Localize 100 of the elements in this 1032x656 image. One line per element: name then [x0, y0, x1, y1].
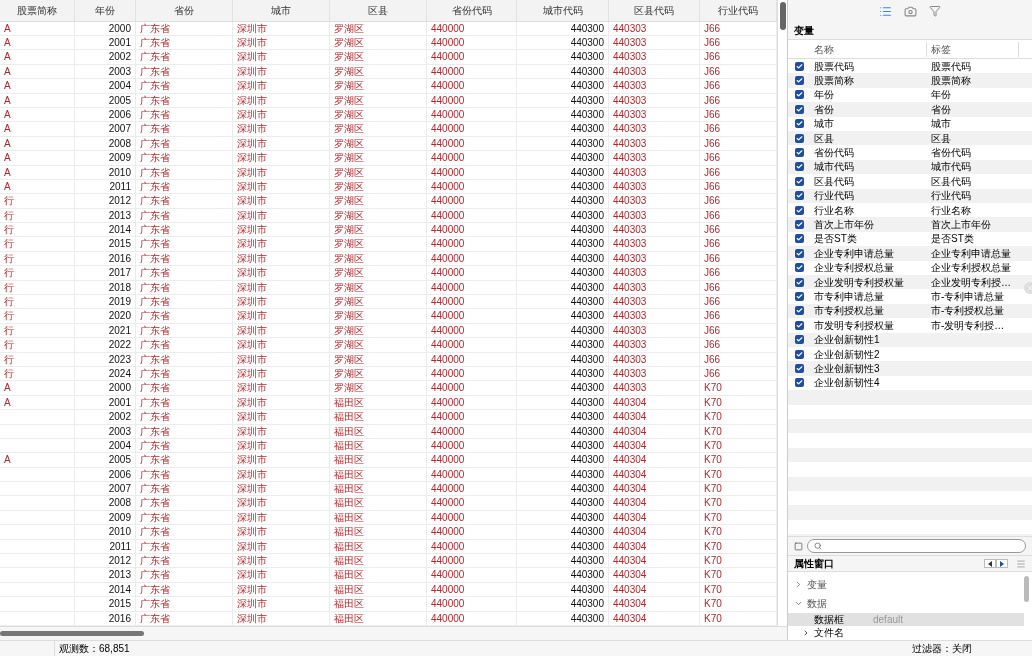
- checkbox[interactable]: [794, 133, 804, 143]
- variable-name[interactable]: 企业创新韧性4: [814, 377, 880, 389]
- checkbox[interactable]: [794, 378, 804, 388]
- tree-item[interactable]: 变量: [807, 577, 827, 592]
- table-cell: 广东省: [140, 598, 170, 610]
- variable-name[interactable]: 城市代码: [814, 161, 854, 173]
- table-cell: 福田区: [334, 569, 364, 581]
- column-header[interactable]: 区县代码: [609, 0, 700, 21]
- variable-name[interactable]: 行业名称: [814, 204, 854, 216]
- panel-toggle-icon[interactable]: [794, 541, 803, 551]
- variable-name[interactable]: 行业代码: [814, 190, 854, 202]
- column-header[interactable]: 省份代码: [427, 0, 517, 21]
- checkbox[interactable]: [794, 90, 804, 100]
- column-header[interactable]: 城市: [233, 0, 330, 21]
- column-header[interactable]: 城市代码: [517, 0, 609, 21]
- variable-name[interactable]: 省份: [814, 103, 834, 115]
- variable-label: 是否ST类: [931, 233, 974, 245]
- table-cell: J66: [704, 80, 721, 92]
- variable-name[interactable]: 区县代码: [814, 175, 854, 187]
- checkbox[interactable]: [794, 220, 804, 229]
- checkbox[interactable]: [794, 335, 804, 345]
- variable-name[interactable]: 市发明专利授权量: [814, 319, 894, 331]
- vertical-scrollbar[interactable]: [1024, 576, 1029, 602]
- table-cell: 2005: [108, 94, 131, 106]
- list-icon[interactable]: [879, 4, 892, 18]
- variable-name[interactable]: 企业发明专利授权量: [814, 276, 904, 288]
- checkbox[interactable]: [794, 119, 804, 129]
- checkbox[interactable]: [794, 263, 804, 273]
- checkbox[interactable]: [794, 104, 804, 114]
- checkbox[interactable]: [794, 148, 804, 158]
- chevron-down-icon[interactable]: [794, 599, 803, 608]
- search-field[interactable]: [807, 539, 1026, 553]
- variable-name[interactable]: 省份代码: [814, 147, 854, 159]
- column-header[interactable]: 名称: [810, 41, 927, 57]
- checkbox[interactable]: [794, 349, 804, 359]
- previous-button[interactable]: [984, 559, 996, 568]
- checkbox[interactable]: [794, 291, 804, 301]
- table-cell: 广东省: [140, 339, 170, 351]
- filter-icon[interactable]: [929, 5, 941, 17]
- variable-label: 年份: [931, 89, 951, 101]
- variable-name[interactable]: 城市: [814, 118, 834, 130]
- checkbox[interactable]: [794, 191, 804, 201]
- variable-name[interactable]: 企业专利申请总量: [814, 247, 894, 259]
- column-header[interactable]: 年份: [75, 0, 136, 21]
- table-cell: K70: [704, 483, 722, 495]
- checkbox[interactable]: [794, 306, 804, 316]
- table-cell: 深圳市: [237, 526, 267, 538]
- table-cell: 2003: [108, 65, 131, 77]
- column-header[interactable]: 区县: [330, 0, 427, 21]
- table-cell: 440000: [431, 612, 465, 624]
- variable-name[interactable]: 市专利授权总量: [814, 305, 884, 317]
- variable-name[interactable]: 区县: [814, 132, 834, 144]
- variable-name[interactable]: 股票简称: [814, 75, 854, 87]
- vertical-scrollbar[interactable]: [779, 2, 786, 30]
- checkbox[interactable]: [794, 162, 804, 172]
- checkbox[interactable]: [794, 176, 804, 186]
- table-cell: J66: [704, 108, 721, 120]
- table-cell: 440303: [613, 224, 647, 236]
- next-button[interactable]: [996, 559, 1008, 568]
- variable-name[interactable]: 市专利申请总量: [814, 290, 884, 302]
- variable-name[interactable]: 企业专利授权总量: [814, 262, 894, 274]
- table-cell: 440300: [570, 296, 604, 307]
- table-cell: 深圳市: [237, 569, 267, 581]
- checkbox[interactable]: [794, 205, 804, 215]
- table-cell: A: [4, 108, 11, 120]
- variable-label: 市-专利授权总量: [931, 305, 1005, 317]
- table-cell: 440000: [431, 411, 465, 423]
- camera-icon[interactable]: [904, 4, 917, 18]
- variable-name[interactable]: 年份: [814, 89, 834, 101]
- column-header[interactable]: 股票简称: [0, 0, 75, 21]
- variable-name[interactable]: 企业创新韧性1: [814, 334, 880, 346]
- table-cell: 罗湖区: [334, 382, 364, 394]
- table-cell: 行: [4, 339, 14, 351]
- checkbox[interactable]: [794, 248, 804, 258]
- checkbox[interactable]: [794, 320, 804, 330]
- table-cell: 罗湖区: [334, 296, 364, 307]
- variable-name[interactable]: 企业创新韧性2: [814, 348, 880, 360]
- checkbox[interactable]: [794, 76, 804, 86]
- variable-name[interactable]: 股票代码: [814, 60, 854, 72]
- variable-name[interactable]: 首次上市年份: [814, 219, 874, 230]
- tree-item[interactable]: 数据: [807, 596, 827, 611]
- table-cell: 广东省: [140, 267, 170, 279]
- variable-label: 省份: [931, 103, 951, 115]
- column-header[interactable]: 省份: [136, 0, 233, 21]
- checkbox[interactable]: [794, 277, 804, 287]
- table-cell: 440000: [431, 238, 465, 250]
- variable-name[interactable]: 企业创新韧性3: [814, 362, 880, 374]
- variable-label: 行业代码: [931, 190, 971, 202]
- checkbox[interactable]: [794, 363, 804, 373]
- property-row[interactable]: 数据框 default: [788, 613, 1024, 626]
- checkbox[interactable]: [794, 234, 804, 244]
- variable-name[interactable]: 是否ST类: [814, 233, 857, 245]
- table-cell: 深圳市: [237, 252, 267, 264]
- table-cell: 440000: [431, 224, 465, 236]
- chevron-right-icon[interactable]: [802, 628, 810, 637]
- column-header[interactable]: 标签: [927, 41, 1019, 57]
- checkbox[interactable]: [794, 61, 804, 71]
- table-cell: 2024: [108, 367, 131, 379]
- horizontal-scrollbar[interactable]: [0, 631, 144, 636]
- chevron-right-icon[interactable]: [794, 580, 803, 589]
